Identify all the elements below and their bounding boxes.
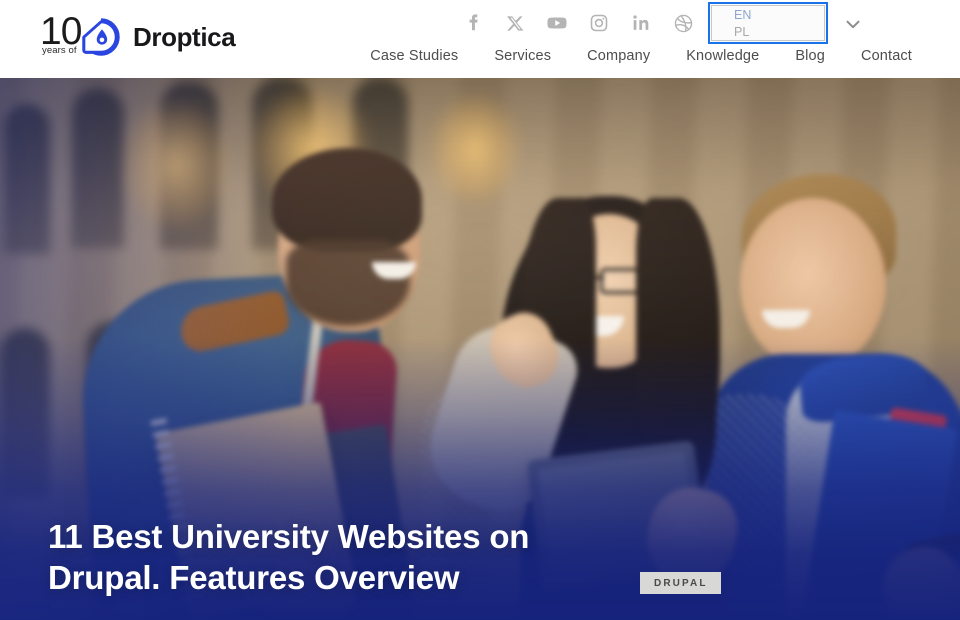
linkedin-icon[interactable] — [630, 12, 652, 34]
nav-item-company[interactable]: Company — [569, 48, 668, 64]
chevron-down-icon[interactable] — [840, 11, 866, 37]
building-window — [4, 104, 50, 254]
nav-item-case-studies[interactable]: Case Studies — [352, 48, 476, 64]
hero-title: 11 Best University Websites on Drupal. F… — [48, 518, 530, 596]
language-select-listbox[interactable]: EN PL — [708, 2, 828, 44]
language-option-pl[interactable]: PL — [712, 24, 824, 41]
dribbble-icon[interactable] — [672, 12, 694, 34]
nav-item-contact[interactable]: Contact — [843, 48, 912, 64]
youtube-icon[interactable] — [546, 12, 568, 34]
facebook-icon[interactable] — [462, 12, 484, 34]
page-root: 10 years of Droptica EN PL Case Studies … — [0, 0, 960, 620]
nav-item-services[interactable]: Services — [476, 48, 569, 64]
window-glow — [430, 94, 520, 204]
social-links — [462, 9, 694, 37]
site-header: 10 years of Droptica EN PL Case Studies … — [0, 0, 960, 78]
language-option-en[interactable]: EN — [712, 7, 824, 24]
instagram-icon[interactable] — [588, 12, 610, 34]
logo-wordmark: Droptica — [133, 22, 236, 52]
main-navigation: Case Studies Services Company Knowledge … — [0, 48, 960, 64]
building-window — [0, 328, 50, 498]
hero-category-tag[interactable]: DRUPAL — [640, 572, 721, 594]
nav-item-blog[interactable]: Blog — [777, 48, 843, 64]
window-glow — [120, 100, 230, 230]
hero-banner: 11 Best University Websites on Drupal. F… — [0, 78, 960, 620]
person-left-beard — [286, 240, 410, 326]
language-selector[interactable]: EN PL — [708, 2, 866, 44]
person-left-hair — [272, 148, 422, 252]
nav-item-knowledge[interactable]: Knowledge — [668, 48, 777, 64]
building-window — [72, 88, 124, 248]
x-twitter-icon[interactable] — [504, 12, 526, 34]
person-right-head — [740, 198, 886, 370]
person-center-hair-right — [636, 198, 720, 464]
